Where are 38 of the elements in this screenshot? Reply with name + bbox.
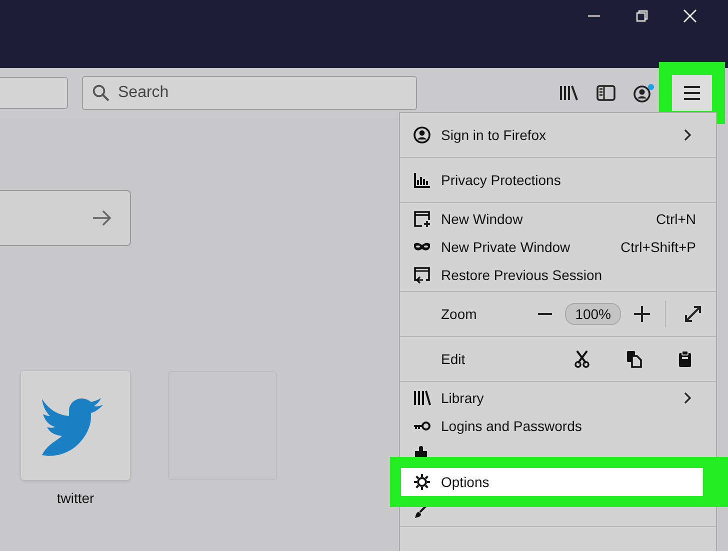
menu-item-label: Library	[441, 390, 484, 406]
library-icon[interactable]	[559, 84, 579, 102]
menu-item-label: New Private Window	[441, 239, 570, 255]
account-icon[interactable]	[633, 83, 655, 103]
shortcut-label: Ctrl+N	[656, 211, 696, 227]
shortcut-label: Ctrl+Shift+P	[620, 239, 696, 255]
menu-item[interactable]: Options	[401, 468, 703, 496]
menu-item[interactable]: Restore Previous Session	[400, 261, 716, 289]
menu-item-label: Options	[441, 474, 490, 490]
menu-item[interactable]: Logins and Passwords	[400, 412, 716, 440]
zoom-label: Zoom	[441, 306, 477, 322]
menu-item[interactable]: New Private Window Ctrl+Shift+P	[400, 233, 716, 261]
menu-item-label: Logins and Passwords	[441, 418, 582, 434]
copy-icon[interactable]	[626, 350, 642, 368]
arrow-icon[interactable]	[92, 210, 112, 226]
sidebar-icon[interactable]	[596, 84, 616, 102]
fullscreen-icon[interactable]	[684, 305, 702, 323]
menu-item-label: Privacy Protections	[441, 172, 561, 188]
menu-item-label: Restore Previous Session	[441, 267, 602, 283]
zoom-level[interactable]: 100%	[565, 303, 621, 325]
close-icon[interactable]	[683, 9, 697, 23]
menu-item[interactable]: New Window Ctrl+N	[400, 205, 716, 233]
clipboard-icon[interactable]	[678, 350, 692, 368]
search-icon	[92, 84, 110, 102]
site-tile[interactable]	[21, 371, 130, 480]
address-field[interactable]	[0, 77, 68, 109]
tile-label: twitter	[56, 490, 94, 506]
scissors-icon[interactable]	[574, 350, 590, 368]
menu-item-label: New Window	[441, 211, 523, 227]
edit-label: Edit	[441, 351, 466, 367]
menu-item-label: Sign in to Firefox	[441, 127, 546, 143]
plus-icon[interactable]	[633, 305, 651, 323]
search-field[interactable]: Search	[82, 76, 417, 110]
menu-item[interactable]: Privacy Protections	[400, 160, 716, 200]
menu-item[interactable]: Sign in to Firefox	[400, 115, 716, 155]
restore-icon[interactable]	[635, 9, 649, 23]
menu-item[interactable]: Library	[400, 384, 716, 412]
menu-button[interactable]	[672, 75, 712, 111]
